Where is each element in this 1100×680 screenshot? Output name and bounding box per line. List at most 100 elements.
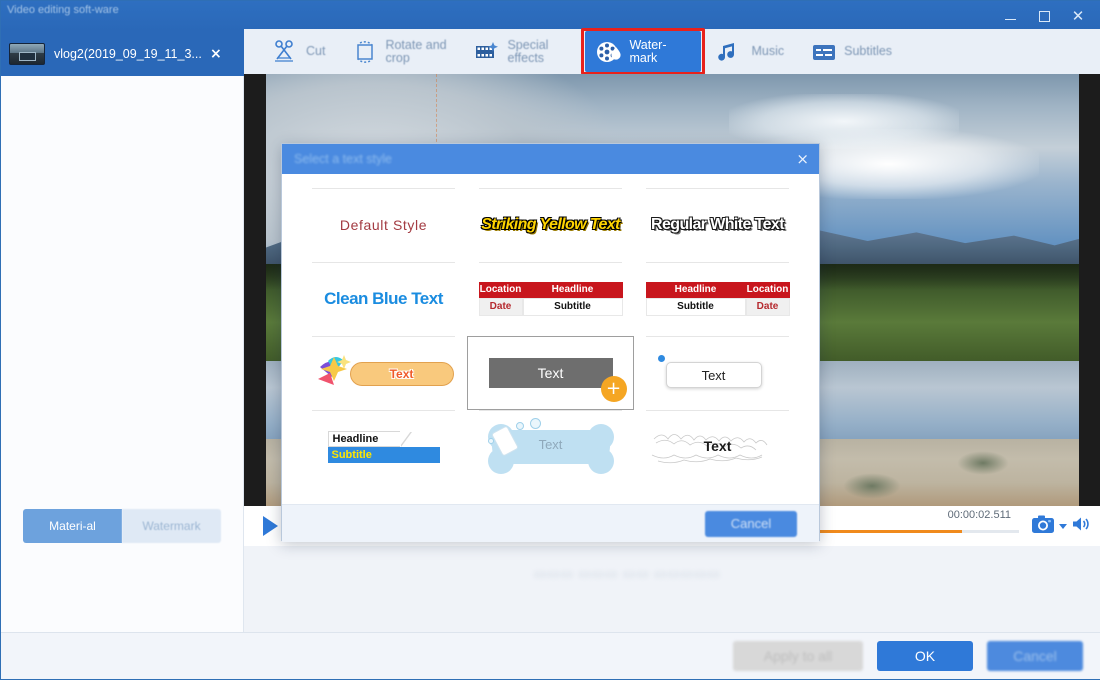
snapshot-button[interactable]	[1031, 514, 1055, 539]
style-option-orange-ribbon-text[interactable]: Text	[300, 336, 467, 410]
maximize-button[interactable]	[1029, 3, 1059, 29]
dialog-title-bar: Select a text style ×	[282, 144, 819, 174]
toolbar-label-cut: Cut	[306, 44, 326, 58]
title-bar: Video editing soft-ware ✕	[1, 1, 1100, 31]
minimize-icon	[1004, 18, 1016, 20]
bubble-dot	[515, 422, 524, 430]
style-preview-label: Regular White Text	[651, 216, 785, 233]
file-tab-close-icon[interactable]: ×	[208, 46, 224, 62]
apply-to-all-button[interactable]: Apply to all	[733, 641, 863, 671]
cancel-button[interactable]: Cancel	[987, 641, 1083, 671]
main-toolbar: Cut Rotate and crop Special effects Wate…	[244, 28, 1100, 75]
ribbon-pill: Text	[349, 362, 454, 386]
style-preview-label: Text	[703, 438, 732, 454]
music-note-icon	[717, 39, 745, 65]
timeline-placeholder-text: ▭▭▭ ▭▭▭ ▭▭ ▭▭▭▭▭	[534, 566, 721, 581]
toolbar-label-subtitles: Subtitles	[844, 44, 893, 58]
style-option-regular-white-text[interactable]: Regular White Text	[634, 188, 801, 262]
left-material-panel: Materi-al Watermark	[1, 76, 244, 661]
toolbar-label-watermark: Water-mark	[629, 37, 667, 65]
minimize-button[interactable]	[995, 3, 1025, 29]
grey-box-preview: Text +	[488, 358, 627, 402]
bubble-dot	[529, 418, 541, 429]
toolbar-item-music[interactable]: Music	[707, 31, 794, 72]
news-banner-preview: Location Headline Date Subtitle	[478, 282, 623, 316]
style-grid-body: Default Style Striking Yellow Text Regul…	[282, 174, 819, 504]
video-thumbnail-icon	[9, 42, 45, 65]
toolbar-label-music: Music	[751, 44, 785, 58]
panel-tab-watermark[interactable]: Watermark	[122, 509, 221, 543]
maximize-icon	[1038, 10, 1050, 22]
cloud-band-upper	[729, 94, 959, 149]
style-option-news-banner-right[interactable]: Headline Location Subtitle Date	[634, 262, 801, 336]
watermark-film-drop-icon	[595, 39, 623, 65]
callout-dot-icon	[657, 355, 665, 362]
toolbar-label-rotate-and-crop: Rotate and crop	[385, 37, 447, 65]
style-option-striking-yellow-text[interactable]: Striking Yellow Text	[467, 188, 634, 262]
headline-subtitle-preview: Headline Subtitle	[327, 431, 440, 463]
banner-location: Location	[478, 282, 523, 298]
style-option-default-style[interactable]: Default Style	[300, 188, 467, 262]
style-preview-label: Text	[537, 365, 564, 381]
film-sparkle-icon	[473, 39, 501, 65]
style-option-bubble-callout-text[interactable]: Text	[634, 336, 801, 410]
file-tab-label[interactable]: vlog2(2019_09_19_11_3...	[54, 47, 202, 61]
scribble-preview: Text	[648, 425, 788, 469]
panel-tab-group: Materi-al Watermark	[23, 509, 221, 543]
style-preview-label: Striking Yellow Text	[481, 216, 620, 233]
text-style-dialog: Select a text style × Default Style Stri…	[281, 143, 820, 542]
add-style-button[interactable]: +	[600, 376, 627, 402]
toolbar-item-rotate-and-crop[interactable]: Rotate and crop	[341, 31, 457, 72]
toolbar-item-watermark[interactable]: Water-mark	[581, 28, 706, 75]
toolbar-item-special-effects[interactable]: Special effects	[463, 31, 579, 72]
dialog-title: Select a text style	[294, 152, 392, 166]
play-icon	[262, 516, 278, 536]
timeline-area[interactable]: ▭▭▭ ▭▭▭ ▭▭ ▭▭▭▭▭	[244, 546, 1100, 634]
subtitles-icon	[810, 39, 838, 65]
style-option-bone-bubble-text[interactable]: Text	[467, 410, 634, 484]
text-style-grid: Default Style Striking Yellow Text Regul…	[300, 188, 801, 484]
scissors-icon	[272, 39, 300, 65]
file-tab-strip: vlog2(2019_09_19_11_3... ×	[1, 31, 244, 76]
app-title: Video editing soft-ware	[7, 4, 119, 16]
player-icon-group	[1031, 514, 1100, 539]
close-button[interactable]: ✕	[1063, 3, 1093, 29]
bottom-action-bar: Apply to all OK Cancel	[1, 632, 1100, 679]
chevron-down-icon[interactable]	[1059, 523, 1067, 529]
volume-button[interactable]	[1071, 514, 1093, 539]
style-preview-label: Default Style	[339, 217, 428, 233]
toolbar-item-cut[interactable]: Cut	[262, 31, 335, 72]
style-preview-label: Text	[389, 367, 414, 381]
bubble-callout-preview: Text	[657, 353, 778, 393]
dialog-cancel-button[interactable]: Cancel	[705, 510, 797, 537]
bone-bubble-preview: Text	[486, 418, 616, 474]
banner-headline: Headline	[522, 282, 623, 298]
style-preview-label: Clean Blue Text	[324, 289, 443, 308]
style-preview-label: Text	[665, 362, 762, 388]
crop-icon	[351, 39, 379, 65]
style-option-headline-subtitle-blue[interactable]: Headline Subtitle	[300, 410, 467, 484]
banner-subtitle: Subtitle	[522, 298, 623, 316]
news-banner-preview: Headline Location Subtitle Date	[645, 282, 790, 316]
banner-subtitle: Subtitle	[645, 298, 746, 316]
banner-date: Date	[745, 298, 790, 316]
ribbon-preview: Text	[314, 351, 454, 395]
ok-button[interactable]: OK	[877, 641, 973, 671]
style-option-news-banner-left[interactable]: Location Headline Date Subtitle	[467, 262, 634, 336]
application-window: Video editing soft-ware ✕ vlog2(2019_09_…	[0, 0, 1100, 680]
panel-tab-material[interactable]: Materi-al	[23, 509, 122, 543]
current-timestamp: 00:00:02.511	[947, 509, 1011, 521]
toolbar-item-subtitles[interactable]: Subtitles	[800, 31, 902, 72]
dialog-close-icon[interactable]: ×	[796, 150, 809, 168]
banner-location: Location	[745, 282, 790, 298]
preview-headline: Headline	[327, 431, 400, 447]
style-option-clean-blue-text[interactable]: Clean Blue Text	[300, 262, 467, 336]
style-option-grey-box-text[interactable]: Text +	[467, 336, 634, 410]
preview-subtitle: Subtitle	[327, 447, 440, 463]
toolbar-label-special-effects: Special effects	[507, 37, 549, 65]
style-option-scribble-text[interactable]: Text	[634, 410, 801, 484]
banner-date: Date	[478, 298, 523, 316]
dialog-footer: Cancel	[282, 504, 819, 542]
window-controls: ✕	[995, 1, 1100, 31]
banner-headline: Headline	[645, 282, 746, 298]
